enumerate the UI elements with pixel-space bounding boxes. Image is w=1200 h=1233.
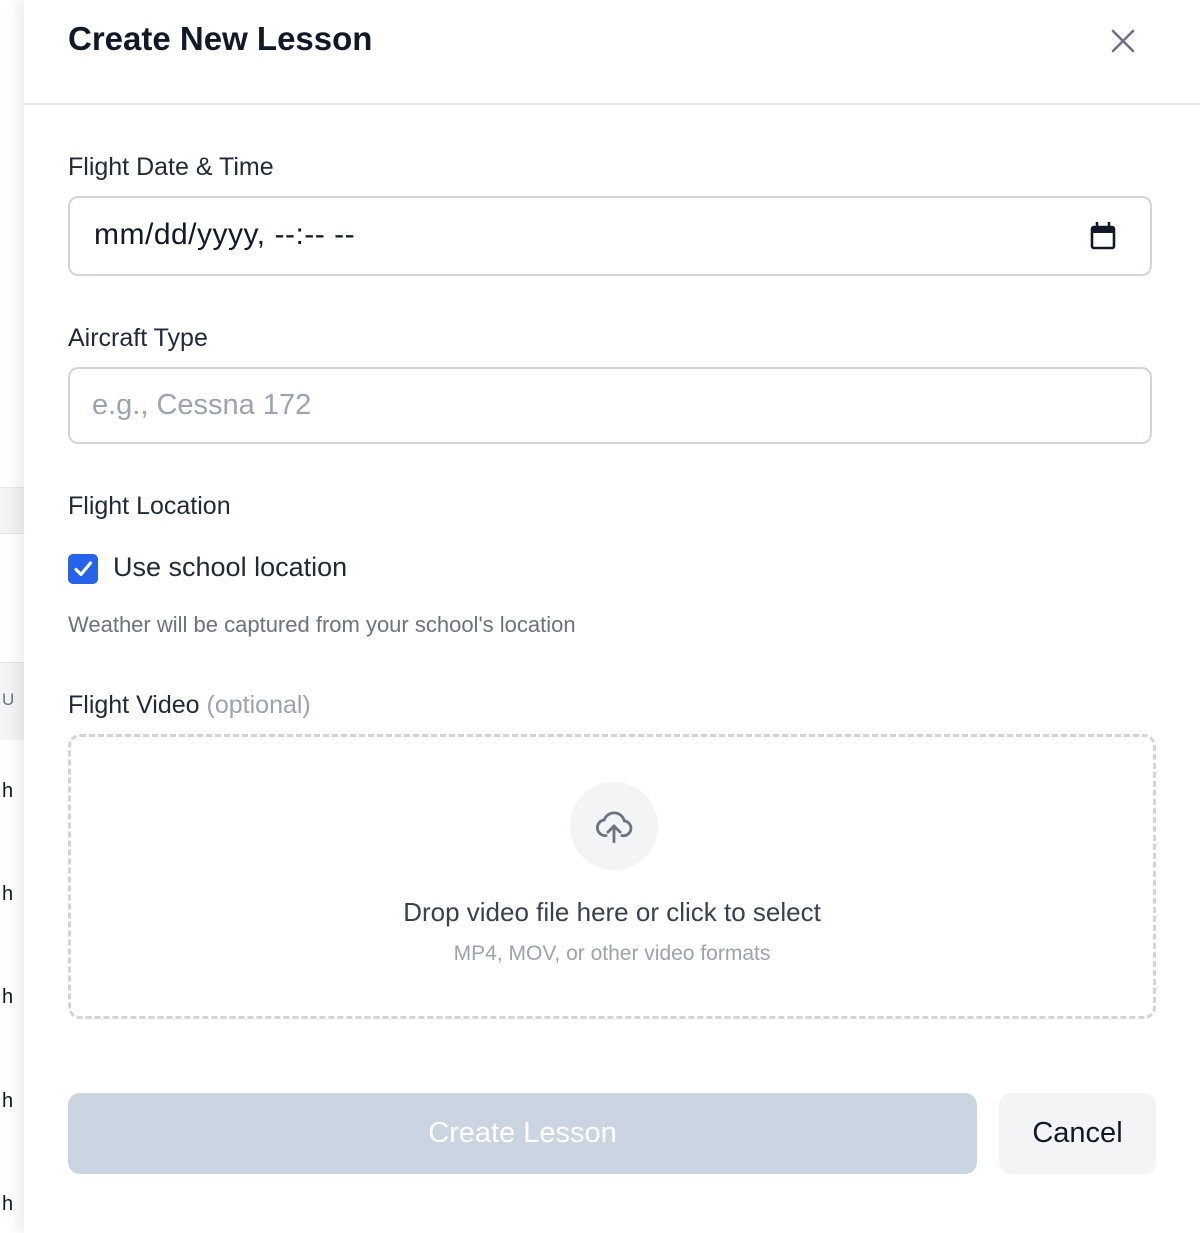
flight-date-value: mm/dd/yyyy, --:-- --: [94, 218, 356, 251]
flight-date-input[interactable]: mm/dd/yyyy, --:-- --: [68, 196, 1152, 276]
flight-date-label: Flight Date & Time: [68, 153, 274, 181]
create-lesson-panel: Create New Lesson Flight Date & Time mm/…: [24, 0, 1200, 1233]
close-button[interactable]: [1106, 24, 1140, 58]
background-peek-text: h: [2, 780, 14, 802]
background-divider: [0, 662, 24, 663]
calendar-icon[interactable]: [1090, 222, 1116, 250]
aircraft-type-label: Aircraft Type: [68, 324, 208, 352]
background-peek-text: U: [2, 690, 15, 709]
create-lesson-button[interactable]: Create Lesson: [68, 1093, 977, 1174]
background-peek-text: h: [2, 883, 14, 905]
dropzone-subtitle: MP4, MOV, or other video formats: [453, 942, 771, 965]
close-icon: [1111, 29, 1135, 53]
background-peek-text: h: [2, 1090, 14, 1112]
optional-tag: (optional): [206, 691, 311, 719]
use-school-location-checkbox[interactable]: [68, 554, 98, 584]
upload-cloud-icon: [595, 811, 633, 844]
panel-header: Create New Lesson: [24, 0, 1200, 105]
background-peek-text: h: [2, 1193, 14, 1215]
aircraft-type-input[interactable]: [70, 369, 1150, 442]
dropzone-title: Drop video file here or click to select: [403, 897, 821, 927]
background-row-band: [0, 487, 24, 533]
checkmark-icon: [74, 561, 93, 577]
flight-video-label-text: Flight Video: [68, 691, 200, 719]
background-divider: [0, 487, 24, 488]
panel-title: Create New Lesson: [68, 20, 373, 57]
flight-video-label: Flight Video (optional): [68, 691, 311, 720]
flight-location-label: Flight Location: [68, 492, 231, 520]
location-helper-text: Weather will be captured from your schoo…: [68, 612, 576, 637]
aircraft-type-field: [68, 367, 1152, 444]
background-peek-text: h: [2, 986, 14, 1008]
background-divider: [0, 533, 24, 534]
upload-icon-circle: [570, 782, 658, 870]
video-dropzone[interactable]: Drop video file here or click to select …: [68, 734, 1156, 1019]
use-school-location-label[interactable]: Use school location: [113, 552, 347, 583]
background-page-strip: U h h h h h: [0, 0, 24, 1233]
cancel-button[interactable]: Cancel: [999, 1093, 1156, 1174]
